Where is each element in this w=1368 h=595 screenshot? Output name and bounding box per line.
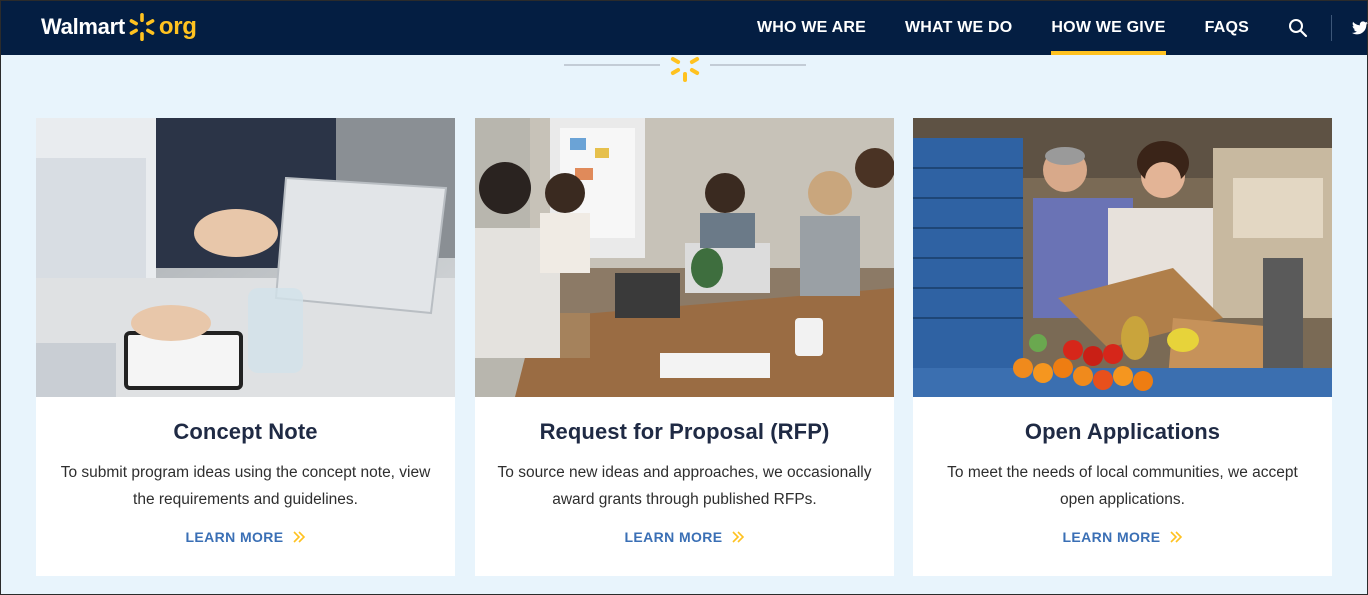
team-meeting-photo bbox=[475, 118, 894, 397]
logo-wordmark: Walmart bbox=[41, 14, 125, 39]
food-bank-produce-photo bbox=[913, 118, 1332, 397]
card-title: Open Applications bbox=[1024, 419, 1221, 444]
card-description: To meet the needs of local communities, … bbox=[947, 464, 1298, 508]
card-open-applications: Open Applications To meet the needs of l… bbox=[913, 118, 1332, 576]
walmart-org-logo[interactable]: Walmart org bbox=[41, 11, 197, 43]
learn-more-link[interactable]: LEARN MORE bbox=[36, 529, 455, 545]
learn-more-label: LEARN MORE bbox=[1062, 529, 1161, 545]
learn-more-link[interactable]: LEARN MORE bbox=[913, 529, 1332, 545]
site-header: Walmart org WHO WE ARE WHAT WE DO HOW WE… bbox=[1, 1, 1368, 55]
card-title: Concept Note bbox=[173, 419, 318, 444]
double-chevron-right-icon bbox=[292, 531, 305, 543]
twitter-icon[interactable] bbox=[1352, 20, 1368, 36]
card-rfp: Request for Proposal (RFP) To source new… bbox=[475, 118, 894, 576]
divider-line-left bbox=[564, 64, 660, 66]
card-description: To source new ideas and approaches, we o… bbox=[497, 464, 872, 508]
card-description: To submit program ideas using the concep… bbox=[60, 464, 431, 508]
learn-more-label: LEARN MORE bbox=[185, 529, 284, 545]
nav-what-we-do[interactable]: WHAT WE DO bbox=[905, 1, 1012, 55]
card-title: Request for Proposal (RFP) bbox=[539, 419, 830, 444]
meeting-tablet-photo bbox=[36, 118, 455, 397]
card-concept-note: Concept Note To submit program ideas usi… bbox=[36, 118, 455, 576]
nav-how-we-give[interactable]: HOW WE GIVE bbox=[1051, 1, 1166, 55]
nav-who-we-are[interactable]: WHO WE ARE bbox=[757, 1, 866, 55]
spark-icon bbox=[129, 13, 155, 41]
main-nav: WHO WE ARE WHAT WE DO HOW WE GIVE FAQS bbox=[757, 1, 1368, 55]
logo-suffix: org bbox=[158, 13, 197, 40]
double-chevron-right-icon bbox=[1169, 531, 1182, 543]
nav-divider bbox=[1331, 15, 1332, 41]
double-chevron-right-icon bbox=[731, 531, 744, 543]
section-divider bbox=[564, 49, 806, 85]
divider-line-right bbox=[710, 64, 806, 66]
learn-more-link[interactable]: LEARN MORE bbox=[475, 529, 894, 545]
spark-icon bbox=[670, 57, 700, 82]
search-icon[interactable] bbox=[1288, 18, 1308, 38]
learn-more-label: LEARN MORE bbox=[624, 529, 723, 545]
nav-faqs[interactable]: FAQS bbox=[1205, 1, 1249, 55]
